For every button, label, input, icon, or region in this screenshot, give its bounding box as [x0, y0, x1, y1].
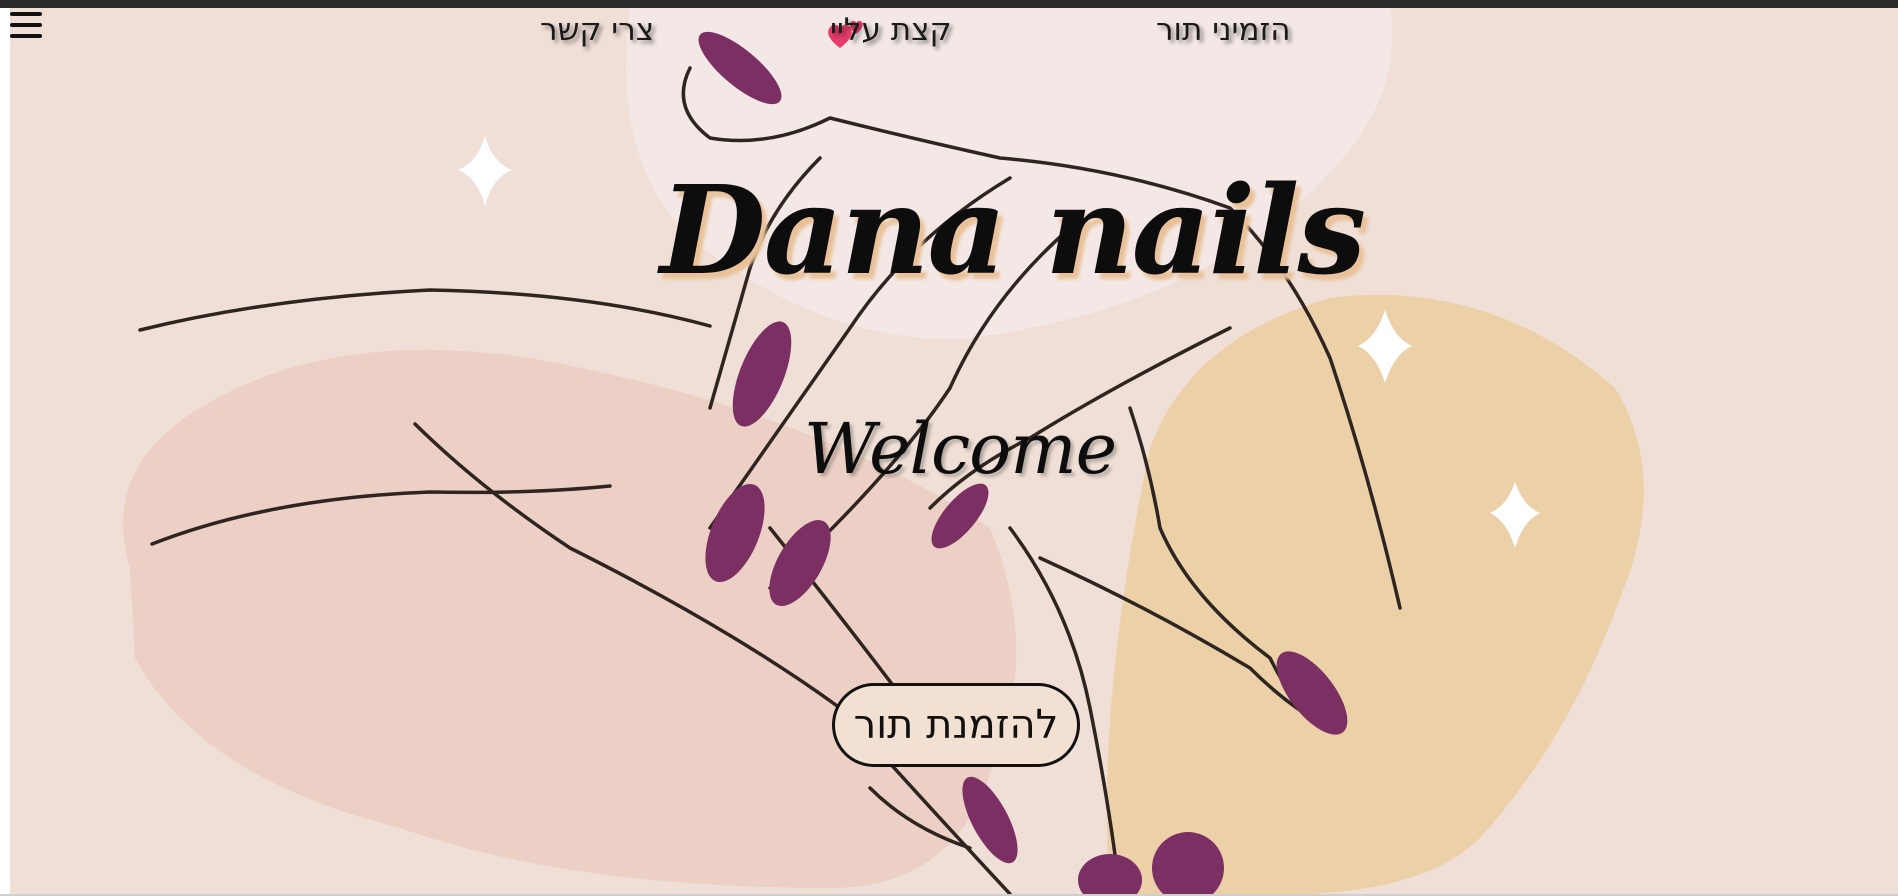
site-title: Dana nails: [660, 158, 1366, 302]
gold-blob: [1106, 294, 1644, 894]
nav-book-link[interactable]: הזמיני תור: [1156, 12, 1291, 48]
window-top-bar: [0, 0, 1898, 8]
welcome-text: Welcome: [803, 408, 1117, 490]
book-appointment-button[interactable]: להזמנת תור: [832, 683, 1080, 767]
sparkle-shape: [458, 136, 512, 206]
hamburger-menu-icon[interactable]: [10, 10, 42, 40]
nav-about-link[interactable]: קצת עליי: [830, 12, 952, 48]
nav-contact-link[interactable]: צרי קשר: [540, 12, 654, 48]
